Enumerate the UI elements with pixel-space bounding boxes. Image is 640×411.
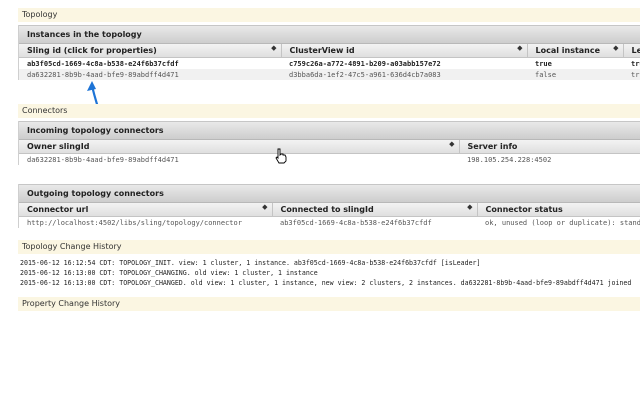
sort-icon[interactable]: ◆ — [467, 203, 472, 211]
sort-icon[interactable]: ◆ — [271, 44, 276, 52]
leader-value: tru — [631, 59, 640, 68]
sling-id-link[interactable]: ab3f05cd-1669-4c8a-b538-e24f6b37cfdf — [19, 58, 281, 70]
panel-title: Instances in the topology — [19, 25, 640, 44]
section-header-change-history: Topology Change History — [18, 240, 640, 254]
local-instance-value: false — [527, 69, 623, 80]
sling-id-link[interactable]: da632281-8b9b-4aad-bfe9-89abdff4d471 — [19, 69, 281, 80]
clusterview-id: c759c26a-a772-4891-b209-a03abb157e72 — [289, 59, 441, 68]
local-instance-value: true — [535, 59, 552, 68]
history-line: 2015-06-12 16:13:00 CDT: TOPOLOGY_CHANGI… — [20, 269, 318, 277]
outgoing-connectors-table: Connector url ◆ Connected to slingId ◆ Con… — [19, 203, 640, 228]
section-header-property-history: Property Change History — [18, 297, 640, 311]
connector-status: ok, unused (loop or duplicate): standby — [485, 218, 640, 227]
incoming-connectors-table: Owner slingId ◆ Server info da632281-8b9b… — [19, 140, 640, 165]
column-header-leader[interactable]: Lea — [623, 44, 640, 58]
section-title: Property Change History — [22, 299, 121, 308]
connector-url: http://localhost:4502/libs/sling/topolog… — [27, 218, 242, 227]
column-header-connector-status[interactable]: Connector status — [477, 203, 640, 217]
history-line: 2015-06-12 16:12:54 CDT: TOPOLOGY_INIT. … — [20, 259, 481, 267]
table-row[interactable]: da632281-8b9b-4aad-bfe9-89abdff4d471 d3b… — [19, 69, 640, 80]
instances-panel: Instances in the topology Sling id (clic… — [18, 25, 640, 80]
sort-icon[interactable]: ◆ — [517, 44, 522, 52]
column-header-connector-url[interactable]: Connector url ◆ — [19, 203, 273, 217]
table-row[interactable]: ab3f05cd-1669-4c8a-b538-e24f6b37cfdf c75… — [19, 58, 640, 70]
incoming-connectors-panel: Incoming topology connectors Owner sling… — [18, 121, 640, 165]
history-line: 2015-06-12 16:13:00 CDT: TOPOLOGY_CHANGE… — [20, 279, 632, 287]
panel-title: Outgoing topology connectors — [19, 184, 640, 203]
instances-table: Sling id (click for properties) ◆ Cluster… — [19, 44, 640, 80]
connected-slingid: ab3f05cd-1669-4c8a-b538-e24f6b37cfdf — [280, 218, 432, 227]
change-history-log: 2015-06-12 16:12:54 CDT: TOPOLOGY_INIT. … — [20, 258, 640, 288]
server-info: 198.105.254.228:4502 — [467, 155, 552, 164]
section-title: Topology Change History — [22, 242, 122, 251]
sort-icon[interactable]: ◆ — [449, 140, 454, 148]
sort-icon[interactable]: ◆ — [262, 203, 267, 211]
table-row[interactable]: da632281-8b9b-4aad-bfe9-89abdff4d471 198… — [19, 154, 640, 166]
column-header-local-instance[interactable]: Local instance ◆ — [527, 44, 624, 58]
sort-icon[interactable]: ◆ — [613, 44, 618, 52]
hand-cursor-icon — [275, 148, 287, 164]
column-header-clusterview-id[interactable]: ClusterView id ◆ — [281, 44, 528, 58]
clusterview-id: d3bba6da-1ef2-47c5-a961-636d4cb7a083 — [281, 69, 527, 80]
table-row[interactable]: http://localhost:4502/libs/sling/topolog… — [19, 217, 640, 229]
column-header-server-info[interactable]: Server info — [459, 140, 640, 154]
owner-slingid: da632281-8b9b-4aad-bfe9-89abdff4d471 — [27, 155, 179, 164]
column-header-sling-id[interactable]: Sling id (click for properties) ◆ — [19, 44, 282, 58]
section-title: Connectors — [22, 106, 68, 115]
section-header-connectors: Connectors — [18, 104, 640, 118]
section-title: Topology — [22, 10, 58, 19]
column-header-connected-to[interactable]: Connected to slingId ◆ — [272, 203, 478, 217]
column-header-owner-slingid[interactable]: Owner slingId ◆ — [19, 140, 460, 154]
leader-value: tru — [623, 69, 640, 80]
panel-title: Incoming topology connectors — [19, 121, 640, 140]
outgoing-connectors-panel: Outgoing topology connectors Connector u… — [18, 184, 640, 228]
section-header-topology: Topology — [18, 8, 640, 22]
